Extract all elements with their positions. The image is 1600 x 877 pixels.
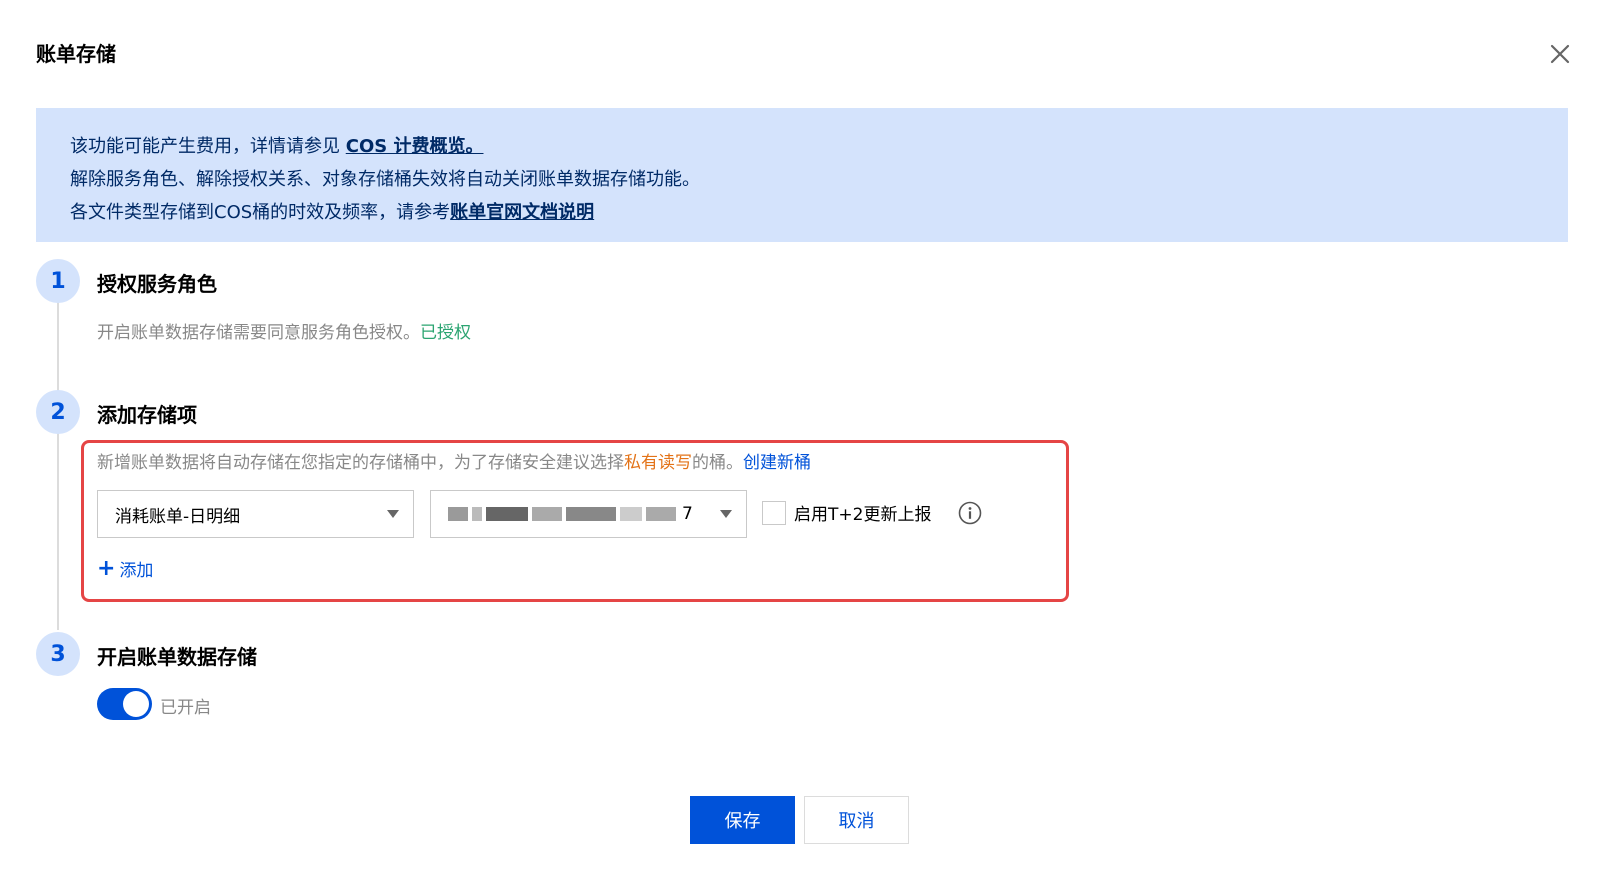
storage-hint: 新增账单数据将自动存储在您指定的存储桶中，为了存储安全建议选择私有读写的桶。创建…: [97, 448, 811, 473]
notice-line-3: 各文件类型存储到COS桶的时效及频率，请参考账单官网文档说明: [70, 196, 1534, 229]
create-bucket-link[interactable]: 创建新桶: [743, 453, 811, 473]
step-3-number: 3: [36, 632, 80, 676]
add-label: 添加: [119, 561, 154, 581]
bucket-select[interactable]: 7: [430, 490, 747, 538]
notice-text: 该功能可能产生费用，详情请参见: [70, 136, 346, 157]
notice-banner: 该功能可能产生费用，详情请参见 COS 计费概览。 解除服务角色、解除授权关系、…: [36, 108, 1568, 242]
step-1-number: 1: [36, 259, 80, 303]
bill-type-select[interactable]: 消耗账单-日明细: [97, 490, 414, 538]
t2-update-label: 启用T+2更新上报: [794, 505, 932, 525]
step-3-title: 开启账单数据存储: [97, 645, 257, 669]
steps-connector-line: [57, 300, 59, 630]
save-button[interactable]: 保存: [690, 796, 795, 844]
notice-line-2: 解除服务角色、解除授权关系、对象存储桶失效将自动关闭账单数据存储功能。: [70, 169, 700, 190]
bill-type-value: 消耗账单-日明细: [115, 506, 241, 527]
hint-text-suffix: 的桶。: [692, 453, 743, 473]
dialog-title: 账单存储: [36, 42, 116, 66]
cancel-button[interactable]: 取消: [804, 796, 909, 844]
bucket-value-suffix: 7: [682, 504, 693, 524]
info-icon[interactable]: [958, 501, 982, 525]
notice-text: 各文件类型存储到COS桶的时效及频率，请参考: [70, 202, 451, 223]
step-1-desc-text: 开启账单数据存储需要同意服务角色授权。: [97, 323, 420, 343]
redacted-bucket-name: [448, 504, 680, 524]
step-1-title: 授权服务角色: [97, 272, 217, 296]
close-icon[interactable]: [1546, 40, 1574, 68]
authorized-status: 已授权: [420, 323, 471, 343]
bill-doc-link[interactable]: 账单官网文档说明: [450, 202, 594, 223]
enable-storage-toggle[interactable]: [97, 688, 152, 720]
toggle-state-label: 已开启: [160, 698, 211, 718]
hint-text: 新增账单数据将自动存储在您指定的存储桶中，为了存储安全建议选择: [97, 453, 624, 473]
step-2-number: 2: [36, 390, 80, 434]
private-rw-text: 私有读写: [624, 453, 692, 473]
toggle-knob: [123, 691, 149, 717]
chevron-down-icon: [720, 510, 732, 518]
notice-line-1: 该功能可能产生费用，详情请参见 COS 计费概览。: [70, 130, 1534, 163]
add-storage-button[interactable]: + 添加: [97, 556, 153, 581]
chevron-down-icon: [387, 510, 399, 518]
step-1-description: 开启账单数据存储需要同意服务角色授权。已授权: [97, 318, 471, 343]
plus-icon: +: [97, 555, 116, 581]
step-2-title: 添加存储项: [97, 403, 197, 427]
t2-update-checkbox[interactable]: [762, 501, 786, 525]
cos-pricing-link[interactable]: COS 计费概览。: [346, 136, 484, 157]
